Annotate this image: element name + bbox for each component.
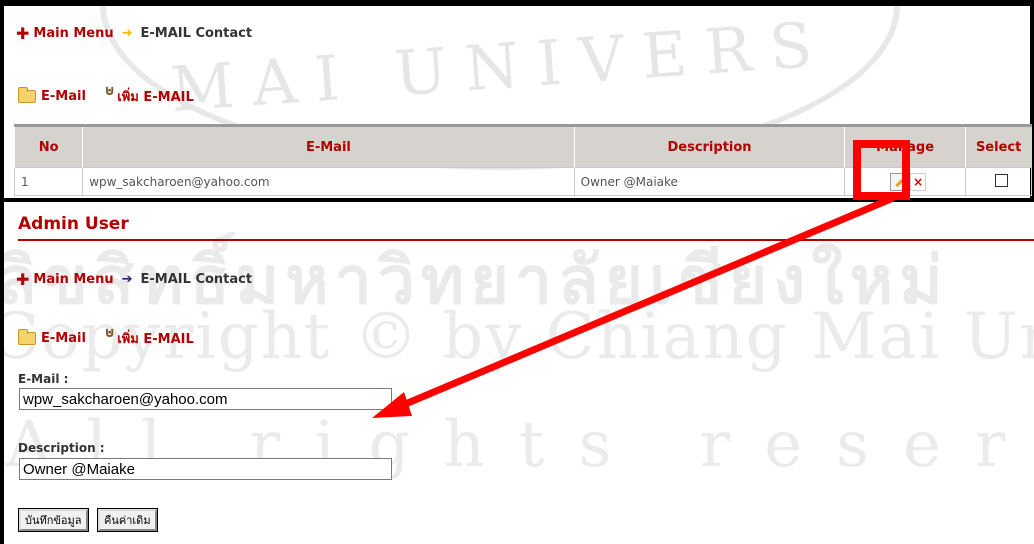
breadcrumb-current: E-MAIL Contact [140, 26, 253, 41]
description-label: Description : [18, 441, 105, 455]
cell-manage: × [844, 167, 966, 196]
email-field[interactable] [19, 388, 392, 410]
add-email-link[interactable]: เพิ่ม E-MAIL [117, 86, 194, 107]
email-list-screen: ✚ Main Menu ➜ E-MAIL Contact E-Mail ⊍ เพ… [0, 0, 1034, 202]
breadcrumb-main-menu[interactable]: Main Menu [33, 26, 113, 41]
delete-icon[interactable]: × [910, 172, 927, 191]
add-email-link[interactable]: เพิ่ม E-MAIL [117, 328, 194, 349]
arrow-right-icon: ➜ [121, 26, 133, 41]
cell-select [964, 167, 1033, 196]
email-link[interactable]: E-Mail [41, 331, 86, 346]
col-select: Select [964, 124, 1032, 168]
table-row: 1 wpw_sakcharoen@yahoo.com Owner @Maiake… [13, 167, 1033, 196]
table-header-row: No E-Mail Description Manage Select [13, 124, 1032, 168]
arrow-right-icon: ➔ [121, 272, 133, 287]
breadcrumb: ✚ Main Menu ➜ E-MAIL Contact [16, 24, 252, 43]
breadcrumb-main-menu[interactable]: Main Menu [33, 272, 113, 287]
folder-icon [18, 87, 36, 103]
cell-no: 1 [13, 167, 84, 196]
plus-icon: ✚ [16, 270, 30, 289]
book-icon: ⊍ [103, 82, 116, 99]
action-bar: E-Mail ⊍ เพิ่ม E-MAIL [18, 324, 194, 349]
col-no: No [13, 124, 83, 168]
title-divider [18, 239, 1034, 241]
email-label: E-Mail : [18, 372, 69, 386]
breadcrumb-current: E-MAIL Contact [140, 272, 253, 287]
description-field[interactable] [19, 458, 392, 480]
col-manage: Manage [844, 124, 966, 168]
checkbox-icon[interactable] [994, 173, 1008, 187]
plus-icon: ✚ [16, 24, 30, 43]
edit-icon[interactable] [890, 172, 909, 191]
action-bar: E-Mail ⊍ เพิ่ม E-MAIL [18, 82, 194, 107]
save-button[interactable]: บันทึกข้อมูล [18, 508, 89, 532]
book-icon: ⊍ [103, 324, 116, 341]
email-edit-screen: Admin User ✚ Main Menu ➔ E-MAIL Contact … [0, 202, 1034, 544]
page-title: Admin User [18, 214, 129, 234]
cell-description: Owner @Maiake [573, 167, 846, 196]
email-link[interactable]: E-Mail [41, 89, 86, 104]
col-description: Description [573, 124, 845, 168]
folder-icon [18, 329, 36, 345]
reset-button[interactable]: คืนค่าเดิม [97, 508, 158, 532]
email-table: No E-Mail Description Manage Select 1 wp… [13, 124, 1033, 196]
col-email: E-Mail [82, 124, 575, 168]
cell-email: wpw_sakcharoen@yahoo.com [82, 167, 575, 196]
breadcrumb: ✚ Main Menu ➔ E-MAIL Contact [16, 270, 252, 289]
